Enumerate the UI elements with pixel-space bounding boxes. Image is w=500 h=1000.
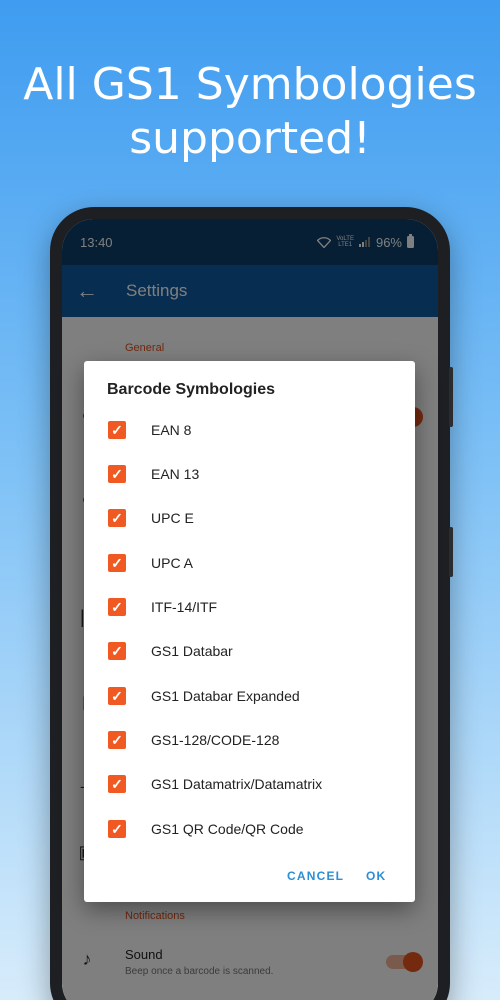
option-label: EAN 8 [151, 422, 192, 438]
option-upc-e[interactable]: ✓ UPC E [84, 496, 415, 540]
promo-headline-line-1: All GS1 Symbologies [23, 59, 477, 110]
barcode-symbologies-dialog: Barcode Symbologies ✓ EAN 8 ✓ EAN 13 ✓ U… [84, 361, 415, 902]
option-itf-14[interactable]: ✓ ITF-14/ITF [84, 585, 415, 629]
option-label: GS1 Datamatrix/Datamatrix [151, 776, 323, 792]
cancel-button[interactable]: CANCEL [287, 869, 344, 883]
option-label: EAN 13 [151, 466, 200, 482]
phone-power-button [449, 527, 453, 577]
option-gs1-datamatrix[interactable]: ✓ GS1 Datamatrix/Datamatrix [84, 762, 415, 806]
checkbox-checked-icon[interactable]: ✓ [108, 775, 126, 793]
option-gs1-qr-code[interactable]: ✓ GS1 QR Code/QR Code [84, 807, 415, 851]
option-ean-13[interactable]: ✓ EAN 13 [84, 452, 415, 496]
checkbox-checked-icon[interactable]: ✓ [108, 509, 126, 527]
option-label: ITF-14/ITF [151, 599, 218, 615]
option-label: GS1 Databar [151, 643, 233, 659]
checkbox-checked-icon[interactable]: ✓ [108, 598, 126, 616]
checkbox-checked-icon[interactable]: ✓ [108, 465, 126, 483]
promo-headline-line-2: supported! [129, 113, 371, 164]
checkbox-checked-icon[interactable]: ✓ [108, 820, 126, 838]
option-gs1-databar[interactable]: ✓ GS1 Databar [84, 629, 415, 673]
option-gs1-databar-expanded[interactable]: ✓ GS1 Databar Expanded [84, 674, 415, 718]
option-label: GS1 QR Code/QR Code [151, 821, 304, 837]
checkbox-checked-icon[interactable]: ✓ [108, 687, 126, 705]
checkbox-checked-icon[interactable]: ✓ [108, 731, 126, 749]
option-label: GS1-128/CODE-128 [151, 732, 280, 748]
option-upc-a[interactable]: ✓ UPC A [84, 541, 415, 585]
checkbox-checked-icon[interactable]: ✓ [108, 554, 126, 572]
ok-button[interactable]: OK [366, 869, 386, 883]
phone-volume-button [449, 367, 453, 427]
checkbox-checked-icon[interactable]: ✓ [108, 421, 126, 439]
checkbox-checked-icon[interactable]: ✓ [108, 642, 126, 660]
option-label: GS1 Databar Expanded [151, 688, 300, 704]
option-label: UPC A [151, 555, 194, 571]
dialog-title: Barcode Symbologies [107, 381, 276, 398]
promo-headline: All GS1 Symbologies supported! [0, 58, 500, 166]
option-ean-8[interactable]: ✓ EAN 8 [84, 408, 415, 452]
option-label: UPC E [151, 510, 194, 526]
option-gs1-128[interactable]: ✓ GS1-128/CODE-128 [84, 718, 415, 762]
